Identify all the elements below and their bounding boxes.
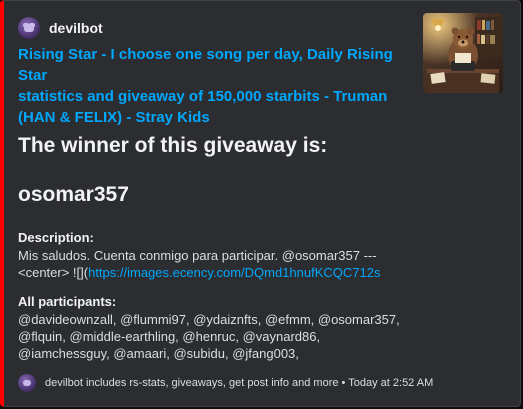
bear-writing-thumbnail-icon <box>423 13 503 93</box>
description-image-link[interactable]: https://images.ecency.com/DQmd1hnufKCQC7… <box>88 265 380 280</box>
title-line-2[interactable]: statistics and giveaway of 150,000 starb… <box>18 88 387 105</box>
description-label: Description: <box>18 230 94 245</box>
participants-line-3: @iamchessguy, @amaari, @subidu, @jfang00… <box>18 346 299 361</box>
description-value: Mis saludos. Cuenta conmigo para partici… <box>18 247 458 281</box>
embed-footer: devilbot includes rs-stats, giveaways, g… <box>18 374 433 392</box>
giveaway-embed: devilbot Rising Star - I choose one song… <box>0 0 521 407</box>
embed-title-link[interactable]: Rising Star - I choose one song per day,… <box>18 44 418 128</box>
participants-line-2: @flquin, @middle-earthling, @henruc, @va… <box>18 329 321 344</box>
title-line-1[interactable]: Rising Star - I choose one song per day,… <box>18 46 393 84</box>
devilbot-avatar-icon[interactable] <box>18 17 40 39</box>
participants-line-1: @davideownzall, @flummi97, @ydaiznfts, @… <box>18 312 400 327</box>
footer-text: devilbot includes rs-stats, giveaways, g… <box>45 377 433 389</box>
footer-timestamp: Today at 2:52 AM <box>348 377 434 389</box>
participants-label: All participants: <box>18 294 117 309</box>
footer-separator: • <box>338 377 349 389</box>
winner-heading: The winner of this giveaway is: <box>18 134 328 157</box>
devilbot-footer-avatar-icon <box>18 374 36 392</box>
participants-value: @davideownzall, @flummi97, @ydaiznfts, @… <box>18 311 458 362</box>
footer-description: devilbot includes rs-stats, giveaways, g… <box>45 377 339 389</box>
embed-author: devilbot <box>18 17 103 39</box>
author-name[interactable]: devilbot <box>49 20 103 36</box>
description-line-2-prefix: <center> ![]( <box>18 265 89 280</box>
description-line-1: Mis saludos. Cuenta conmigo para partici… <box>18 248 377 263</box>
embed-thumbnail[interactable] <box>423 13 503 93</box>
title-line-3[interactable]: (HAN & FELIX) - Stray Kids <box>18 109 210 126</box>
winner-name: osomar357 <box>18 183 129 206</box>
